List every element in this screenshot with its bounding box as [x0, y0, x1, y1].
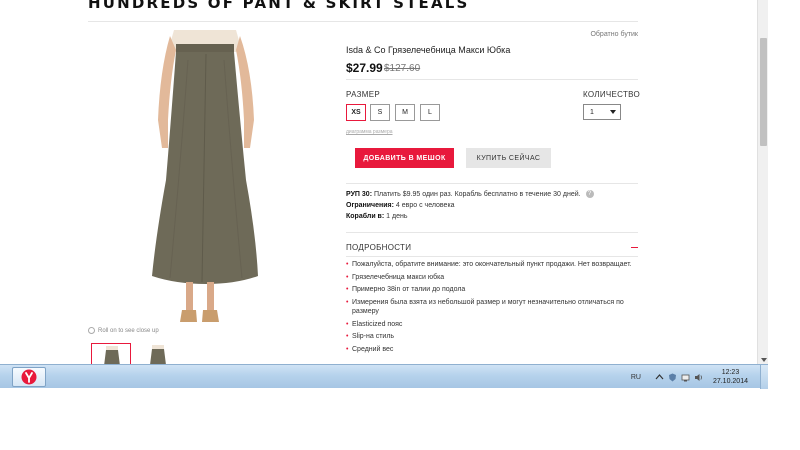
details-list: Пожалуйста, обратите внимание: это оконч…: [346, 260, 638, 357]
thumbnail-2[interactable]: [138, 343, 178, 364]
divider: [346, 79, 638, 80]
quantity-label: КОЛИЧЕСТВО: [583, 90, 641, 99]
yandex-browser-icon: [21, 369, 37, 385]
list-item: Elasticized пояс: [346, 320, 638, 330]
product-main-image[interactable]: [140, 30, 270, 325]
ships-info: Корабли в: 1 день: [346, 213, 407, 220]
back-to-boutique-link[interactable]: Обратно бутик: [590, 31, 638, 38]
rup-label: РУП 30:: [346, 190, 373, 198]
size-button-m[interactable]: M: [395, 104, 415, 121]
divider: [346, 256, 638, 257]
vertical-scrollbar[interactable]: [757, 0, 768, 364]
limits-label: Ограничения:: [346, 202, 394, 209]
rup-info: РУП 30: Платить $9.95 один раз. Корабль …: [346, 190, 594, 198]
divider: [346, 232, 638, 233]
rup-text: Платить $9.95 один раз. Корабль бесплатн…: [373, 190, 581, 198]
arrow-up-icon[interactable]: [655, 373, 664, 382]
ships-label: Корабли в:: [346, 213, 385, 220]
sale-price: $27.99: [346, 61, 383, 75]
ships-text: 1 день: [386, 213, 408, 220]
magnifier-icon: [88, 327, 95, 334]
shield-icon[interactable]: [668, 373, 677, 382]
page-heading: HUNDREDS OF PANT & SKIRT STEALS: [88, 0, 470, 12]
divider: [346, 183, 638, 184]
chevron-down-icon: [610, 110, 616, 114]
taskbar: RU 12:23 27.10.2014: [0, 364, 768, 389]
show-desktop-button[interactable]: [760, 365, 768, 389]
limits-info: Ограничения: 4 евро с человека: [346, 202, 455, 209]
size-label: РАЗМЕР: [346, 90, 381, 99]
volume-icon[interactable]: [694, 373, 703, 382]
add-to-bag-button[interactable]: ДОБАВИТЬ В МЕШОК: [355, 148, 454, 168]
scrollbar-thumb[interactable]: [760, 38, 767, 146]
size-button-l[interactable]: L: [420, 104, 440, 121]
size-button-xs[interactable]: XS: [346, 104, 366, 121]
size-chart-link[interactable]: диаграмма размера: [346, 129, 393, 135]
browser-page: HUNDREDS OF PANT & SKIRT STEALS Обратно …: [0, 0, 768, 364]
thumbnail-1[interactable]: [91, 343, 131, 364]
clock[interactable]: 12:23 27.10.2014: [713, 368, 748, 386]
original-price: $127.60: [384, 63, 421, 74]
list-item: Грязелечебница макси юбка: [346, 273, 638, 283]
scroll-down-arrow-icon[interactable]: [761, 358, 767, 362]
zoom-hint-text: Roll on to see close up: [98, 327, 159, 334]
buy-now-button[interactable]: КУПИТЬ СЕЙЧАС: [466, 148, 551, 168]
size-button-s[interactable]: S: [370, 104, 390, 121]
zoom-hint: Roll on to see close up: [88, 327, 159, 334]
list-item: Примерно 38in от талии до подола: [346, 285, 638, 295]
language-indicator[interactable]: RU: [631, 374, 641, 381]
clock-time: 12:23: [721, 369, 740, 376]
product-name: Isda & Co Грязелечебница Макси Юбка: [346, 45, 511, 55]
quantity-value: 1: [590, 108, 594, 116]
collapse-icon[interactable]: [631, 247, 638, 248]
help-icon[interactable]: ?: [585, 190, 594, 198]
system-tray: RU 12:23 27.10.2014: [631, 365, 768, 389]
list-item: Пожалуйста, обратите внимание: это оконч…: [346, 260, 638, 270]
yandex-browser-taskbar-button[interactable]: [12, 367, 46, 387]
clock-date: 27.10.2014: [712, 378, 748, 385]
list-item: Измерения была взята из небольшой размер…: [346, 298, 638, 317]
list-item: Средний вес: [346, 345, 638, 355]
quantity-select[interactable]: 1: [583, 104, 621, 120]
details-title[interactable]: ПОДРОБНОСТИ: [346, 243, 411, 252]
header-divider: [88, 21, 638, 22]
list-item: Slip-на стиль: [346, 332, 638, 342]
network-icon[interactable]: [681, 373, 690, 382]
limits-text: 4 евро с человека: [395, 202, 455, 209]
